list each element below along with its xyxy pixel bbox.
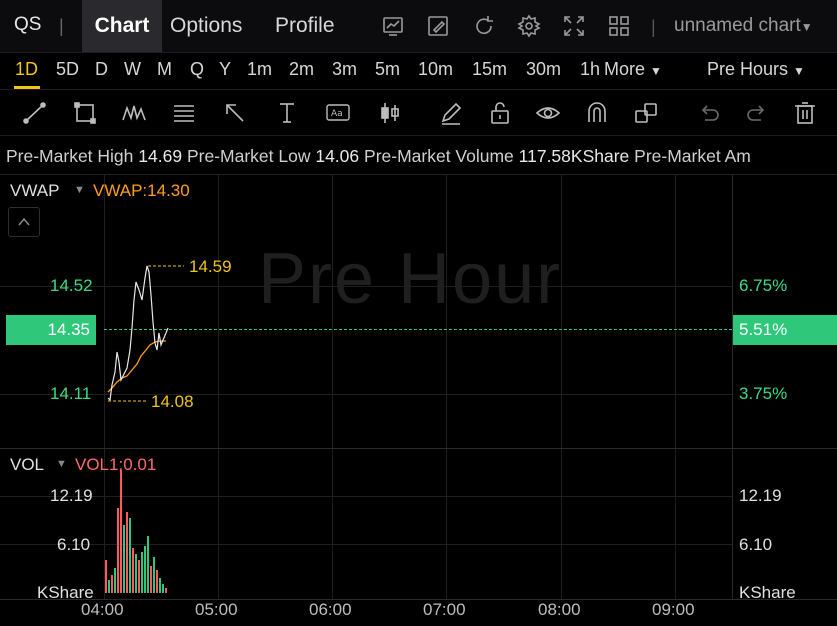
time-tick: 05:00 (195, 600, 238, 619)
volume-bar-group (105, 470, 167, 593)
time-tick: 04:00 (81, 600, 124, 619)
time-tick: 09:00 (652, 600, 695, 619)
volume-bars (105, 470, 167, 593)
time-tick: 07:00 (423, 600, 466, 619)
time-tick: 06:00 (309, 600, 352, 619)
time-tick: 08:00 (538, 600, 581, 619)
x-axis-border (0, 599, 837, 600)
